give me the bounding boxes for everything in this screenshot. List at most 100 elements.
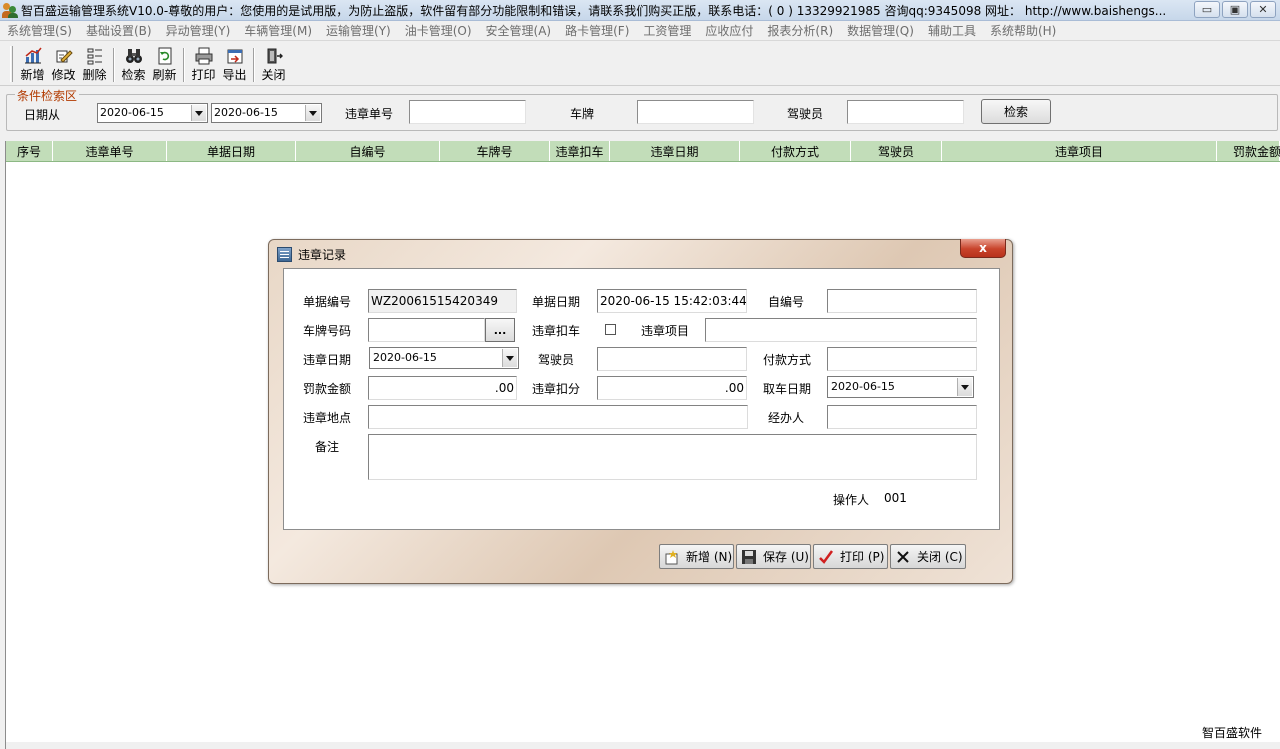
dialog-add-button[interactable]: 新增 (N): [659, 544, 734, 569]
column-header[interactable]: 违章日期: [610, 141, 740, 161]
export-icon: [227, 49, 242, 64]
app-users-icon: [2, 2, 18, 18]
menu-system[interactable]: 系统管理(S): [7, 22, 72, 39]
search-panel-legend: 条件检索区: [15, 87, 80, 104]
dialog-close-button-bottom[interactable]: 关闭 (C): [890, 544, 966, 569]
pickup-date-label: 取车日期: [763, 382, 812, 396]
refresh-button[interactable]: 刷新: [149, 46, 180, 84]
menu-data[interactable]: 数据管理(Q): [847, 22, 914, 39]
export-button[interactable]: 导出: [219, 46, 250, 84]
search-toolbar-button[interactable]: 检索: [118, 46, 149, 84]
column-header[interactable]: 车牌号: [440, 141, 550, 161]
fine-field[interactable]: .00: [368, 376, 517, 400]
chevron-down-icon[interactable]: [502, 349, 517, 367]
column-header[interactable]: 自编号: [296, 141, 440, 161]
self-no-field[interactable]: [827, 289, 977, 313]
remark-field[interactable]: [368, 434, 977, 480]
toolbar-grip: [10, 46, 13, 82]
dialog-close-button[interactable]: x: [960, 239, 1006, 258]
form-icon: [277, 247, 292, 262]
column-header[interactable]: 违章扣车: [550, 141, 610, 161]
dialog-save-button[interactable]: 保存 (U): [736, 544, 811, 569]
violation-date-label: 违章日期: [303, 353, 352, 367]
detain-checkbox[interactable]: [605, 324, 616, 335]
doc-no-field[interactable]: WZ20061515420349: [368, 289, 517, 313]
restore-button[interactable]: ▣: [1222, 1, 1248, 18]
menu-tools[interactable]: 辅助工具: [928, 22, 976, 39]
exit-door-icon: [267, 48, 283, 64]
toolbar-separator: [253, 48, 255, 82]
menu-basic-settings[interactable]: 基础设置(B): [86, 22, 152, 39]
column-header[interactable]: 序号: [6, 141, 53, 161]
column-header[interactable]: 付款方式: [740, 141, 851, 161]
save-disk-icon: [742, 549, 756, 564]
menu-safety[interactable]: 安全管理(A): [486, 22, 552, 39]
menu-changes[interactable]: 异动管理(Y): [166, 22, 231, 39]
date-from-label: 日期从: [24, 108, 61, 122]
location-label: 违章地点: [303, 411, 352, 425]
operator-label: 操作人: [833, 493, 870, 507]
chevron-down-icon[interactable]: [305, 105, 320, 121]
chevron-down-icon[interactable]: [957, 378, 972, 396]
plate-label: 车牌: [570, 107, 595, 121]
menu-reports[interactable]: 报表分析(R): [767, 22, 833, 39]
violation-item-field[interactable]: [705, 318, 977, 342]
menu-salary[interactable]: 工资管理: [643, 22, 691, 39]
dialog-print-button[interactable]: 打印 (P): [813, 544, 888, 569]
plate-no-field[interactable]: [368, 318, 485, 342]
close-window-button[interactable]: ✕: [1250, 1, 1276, 18]
menu-road-card[interactable]: 路卡管理(F): [565, 22, 629, 39]
binoculars-icon: [125, 49, 142, 63]
delete-button[interactable]: 删除: [79, 46, 110, 84]
driver-label: 驾驶员: [787, 107, 824, 121]
toolbar: 新增 修改 删除 检索 刷新 打印 导出 关闭: [0, 42, 1280, 86]
edit-button[interactable]: 修改: [48, 46, 79, 84]
self-no-label: 自编号: [768, 295, 805, 309]
dialog-driver-field[interactable]: [597, 347, 747, 371]
points-label: 违章扣分: [532, 382, 581, 396]
violation-date-picker[interactable]: 2020-06-15: [369, 347, 519, 369]
column-header[interactable]: 罚款金额: [1217, 141, 1280, 161]
column-header[interactable]: 单据日期: [167, 141, 296, 161]
column-header[interactable]: 驾驶员: [851, 141, 942, 161]
add-button[interactable]: 新增: [17, 46, 48, 84]
dialog-form-panel: 单据编号 WZ20061515420349 单据日期 2020-06-15 15…: [283, 268, 1000, 530]
search-button[interactable]: 检索: [981, 99, 1051, 124]
date-to-picker[interactable]: 2020-06-15: [211, 103, 322, 123]
chevron-down-icon[interactable]: [191, 105, 206, 121]
menu-vehicles[interactable]: 车辆管理(M): [244, 22, 312, 39]
location-field[interactable]: [368, 405, 748, 429]
grid-header: 序号 违章单号 单据日期 自编号 车牌号 违章扣车 违章日期 付款方式 驾驶员 …: [6, 141, 1280, 162]
menu-help[interactable]: 系统帮助(H): [990, 22, 1056, 39]
menu-fuel-card[interactable]: 油卡管理(O): [405, 22, 472, 39]
close-toolbar-button[interactable]: 关闭: [258, 46, 289, 84]
date-from-picker[interactable]: 2020-06-15: [97, 103, 208, 123]
violation-item-label: 违章项目: [641, 324, 690, 338]
menu-transport[interactable]: 运输管理(Y): [326, 22, 391, 39]
edit-pencil-icon: [56, 50, 73, 63]
dialog-driver-label: 驾驶员: [538, 353, 575, 367]
plate-input[interactable]: [637, 100, 754, 124]
handler-field[interactable]: [827, 405, 977, 429]
menu-bar: 系统管理(S) 基础设置(B) 异动管理(Y) 车辆管理(M) 运输管理(Y) …: [0, 21, 1280, 41]
minimize-button[interactable]: ▭: [1194, 1, 1220, 18]
pickup-date-picker[interactable]: 2020-06-15: [827, 376, 974, 398]
fine-label: 罚款金额: [303, 382, 352, 396]
doc-date-field[interactable]: 2020-06-15 15:42:03:443: [597, 289, 747, 313]
refresh-icon: [158, 47, 171, 65]
menu-receivables[interactable]: 应收应付: [705, 22, 753, 39]
plate-lookup-button[interactable]: ...: [485, 318, 515, 342]
title-bar: 智百盛运输管理系统V10.0-尊敬的用户：您使用的是试用版，为防止盗版，软件留有…: [0, 0, 1280, 21]
points-field[interactable]: .00: [597, 376, 747, 400]
driver-input[interactable]: [847, 100, 964, 124]
print-button[interactable]: 打印: [188, 46, 219, 84]
window-title: 智百盛运输管理系统V10.0-尊敬的用户：您使用的是试用版，为防止盗版，软件留有…: [21, 3, 1167, 18]
window-controls: ▭ ▣ ✕: [1194, 1, 1276, 18]
violation-no-input[interactable]: [409, 100, 526, 124]
column-header[interactable]: 违章单号: [53, 141, 167, 161]
checkmark-icon: [819, 549, 834, 564]
violation-record-dialog: 违章记录 x 单据编号 WZ20061515420349 单据日期 2020-0…: [268, 239, 1013, 584]
column-header[interactable]: 违章项目: [942, 141, 1217, 161]
handler-label: 经办人: [768, 411, 805, 425]
payment-field[interactable]: [827, 347, 977, 371]
